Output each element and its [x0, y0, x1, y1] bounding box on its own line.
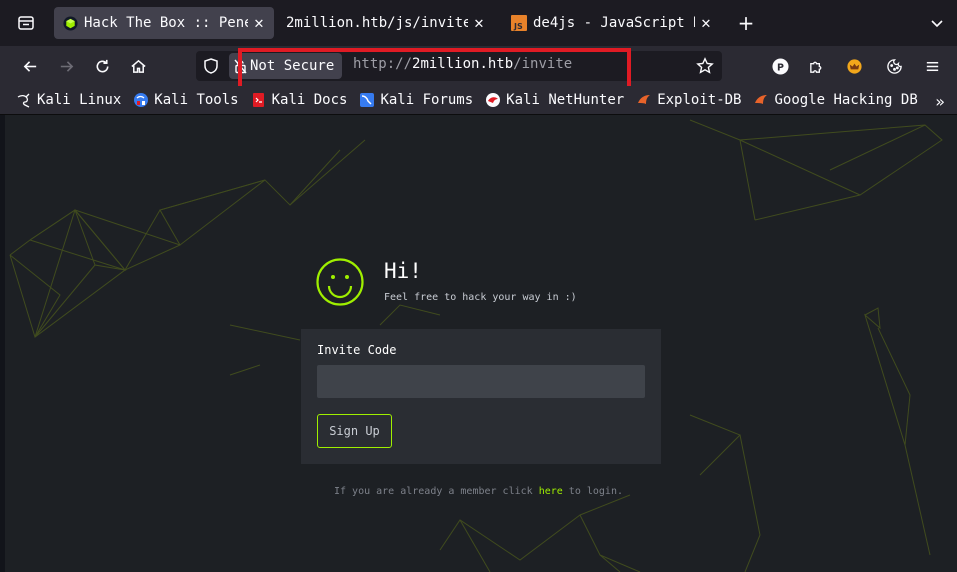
bookmarks-toolbar: Kali Linux Kali Tools Kali Docs Kali For…: [0, 86, 957, 115]
bookmark-label: Kali Tools: [154, 92, 239, 108]
hamburger-icon: [926, 61, 938, 71]
kali-forums-icon: [359, 92, 375, 108]
forward-button[interactable]: [52, 52, 80, 80]
shield-icon[interactable]: [202, 57, 220, 75]
lock-slash-icon: [234, 59, 247, 73]
foxyproxy-button[interactable]: [840, 52, 868, 80]
avatar: P: [771, 57, 789, 75]
cookie-icon: [886, 58, 902, 74]
firefox-view-icon[interactable]: [10, 8, 42, 38]
nethunter-icon: [485, 92, 501, 108]
tab-inviteapi[interactable]: 2million.htb/js/inviteap ✕: [278, 7, 494, 39]
ghdb-icon: [753, 92, 769, 108]
js-icon: JS: [511, 15, 527, 31]
page-content: Hi! Feel free to hack your way in :) Inv…: [0, 115, 957, 572]
bookmark-label: Kali Docs: [271, 92, 348, 108]
address-bar[interactable]: Not Secure http://2million.htb/invite: [196, 51, 722, 81]
tab-label: 2million.htb/js/inviteap: [286, 15, 468, 31]
tab-label: de4js - JavaScript De: [533, 15, 695, 31]
htb-cube-icon: [62, 15, 78, 31]
bookmark-label: Exploit-DB: [657, 92, 742, 108]
foxyproxy-icon: [846, 58, 862, 74]
url-text[interactable]: http://2million.htb/invite: [353, 56, 572, 72]
greeting-title: Hi!: [384, 259, 422, 283]
extensions-button[interactable]: [802, 52, 830, 80]
arrow-left-icon: [23, 60, 36, 72]
navigation-toolbar: Not Secure http://2million.htb/invite P: [0, 46, 957, 86]
bookmark-kali-docs[interactable]: Kali Docs: [251, 92, 348, 108]
bookmark-exploit-db[interactable]: Exploit-DB: [636, 92, 741, 108]
back-button[interactable]: [16, 52, 44, 80]
smiley-icon: [316, 258, 364, 306]
exploit-db-icon: [636, 92, 652, 108]
bookmark-kali-nethunter[interactable]: Kali NetHunter: [485, 92, 624, 108]
kali-tools-icon: [133, 92, 149, 108]
bookmark-google-hacking-db[interactable]: Google Hacking DB: [753, 92, 918, 108]
bookmark-kali-linux[interactable]: Kali Linux: [16, 92, 121, 108]
reload-icon: [96, 59, 108, 72]
url-path: /invite: [513, 56, 573, 72]
sign-up-button[interactable]: Sign Up: [317, 414, 392, 448]
not-secure-label: Not Secure: [250, 58, 335, 74]
reload-button[interactable]: [88, 52, 116, 80]
home-icon: [130, 59, 146, 73]
kali-dragon-icon: [16, 92, 32, 108]
invite-code-label: Invite Code: [317, 343, 397, 357]
url-scheme: http://: [353, 56, 413, 72]
greeting-subtitle: Feel free to hack your way in :): [384, 292, 577, 303]
star-icon[interactable]: [696, 57, 714, 75]
tab-label: Hack The Box :: Penet: [84, 15, 248, 31]
bookmark-label: Kali NetHunter: [506, 92, 625, 108]
close-icon[interactable]: ✕: [699, 15, 713, 31]
home-button[interactable]: [124, 52, 152, 80]
kali-docs-icon: [251, 92, 267, 108]
login-prompt: If you are already a member click here t…: [0, 486, 957, 497]
invite-form-card: Invite Code Sign Up: [301, 329, 661, 464]
svg-text:JS: JS: [513, 22, 523, 31]
new-tab-button[interactable]: +: [733, 10, 759, 36]
profile-button[interactable]: P: [766, 52, 794, 80]
security-indicator[interactable]: Not Secure: [229, 53, 343, 79]
tab-de4js[interactable]: JS de4js - JavaScript De ✕: [503, 7, 721, 39]
chevron-down-icon[interactable]: [924, 10, 950, 36]
svg-text:P: P: [777, 62, 784, 73]
url-host: 2million.htb: [412, 56, 514, 72]
arrow-right-icon: [60, 60, 73, 72]
close-icon[interactable]: ✕: [252, 15, 266, 31]
tab-strip: Hack The Box :: Penet ✕ 2million.htb/js/…: [0, 0, 957, 46]
bookmarks-overflow-button[interactable]: »: [935, 92, 945, 111]
login-suffix: to login.: [562, 486, 623, 497]
bookmark-label: Kali Forums: [380, 92, 474, 108]
menu-button[interactable]: [918, 52, 946, 80]
bookmark-label: Kali Linux: [37, 92, 122, 108]
bookmark-label: Google Hacking DB: [774, 92, 918, 108]
close-icon[interactable]: ✕: [472, 15, 486, 31]
login-prefix: If you are already a member click: [333, 486, 539, 497]
bookmark-kali-forums[interactable]: Kali Forums: [359, 92, 473, 108]
cookie-editor-button[interactable]: [880, 52, 908, 80]
invite-code-input[interactable]: [317, 365, 645, 398]
login-link[interactable]: here: [539, 486, 563, 497]
puzzle-icon: [809, 61, 821, 73]
bookmark-kali-tools[interactable]: Kali Tools: [133, 92, 239, 108]
tab-hack-the-box[interactable]: Hack The Box :: Penet ✕: [54, 7, 274, 39]
